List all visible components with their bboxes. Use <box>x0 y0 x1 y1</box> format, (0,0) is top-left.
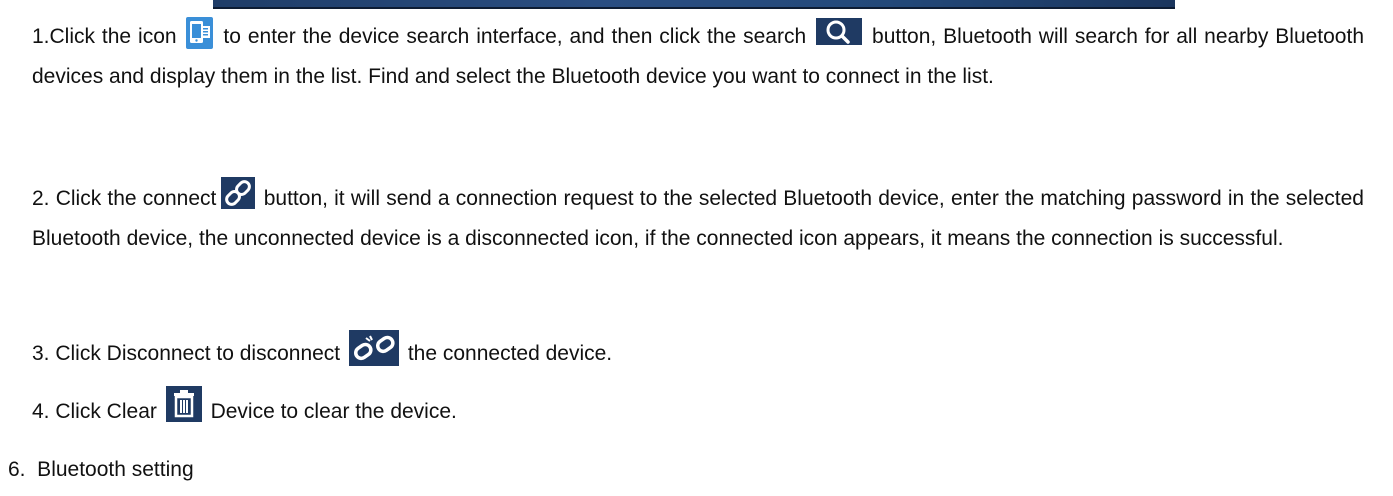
step-1-text-a: 1.Click the icon <box>32 25 177 48</box>
section-heading: 6. Bluetooth setting <box>8 458 194 481</box>
step-4-text-b: Device to clear the device. <box>210 400 457 423</box>
search-icon <box>816 17 863 45</box>
step-2: 2. Click the connect button, it will sen… <box>32 177 1364 259</box>
step-1-text-b: to enter the device search interface, an… <box>223 25 807 48</box>
device-icon <box>186 17 214 50</box>
step-3-text-b: the connected device. <box>407 342 613 365</box>
step-4-text-a: 4. Click Clear <box>32 400 157 423</box>
disconnect-link-icon <box>348 330 399 367</box>
header-image-edge <box>213 0 1175 9</box>
step-3: 3. Click Disconnect to disconnect the co… <box>32 330 1364 374</box>
connect-link-icon <box>220 177 255 210</box>
step-3-text-a: 3. Click Disconnect to disconnect <box>32 342 341 365</box>
step-4: 4. Click Clear Device to clear the devic… <box>32 386 1364 432</box>
step-2-text-a: 2. Click the connect <box>32 187 217 210</box>
trash-icon <box>165 386 202 423</box>
step-1: 1.Click the icon to enter the device sea… <box>32 17 1364 97</box>
